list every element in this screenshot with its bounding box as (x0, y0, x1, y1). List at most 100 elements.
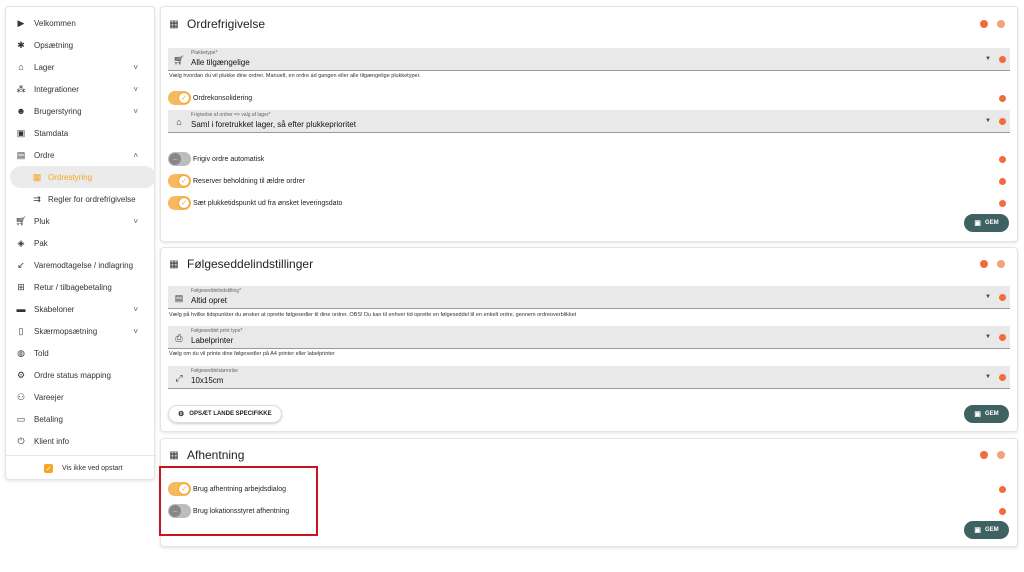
slip-setting-help: Vælg på hvilke tidspunkter du ønsker at … (169, 312, 577, 318)
pickup-settings-icon: ▦ (169, 449, 179, 461)
users-icon: ☻ (16, 106, 26, 116)
sidebar-item-integrationer[interactable]: ⁂ Integrationer ˅ (6, 78, 156, 100)
sidebar-item-label: Regler for ordrefrigivelse (48, 194, 136, 204)
cart-icon: 🛒︎ (173, 54, 185, 65)
sidebar-item-lager[interactable]: ⌂ Lager ˅ (6, 56, 156, 78)
sidebar-item-label: Velkommen (34, 18, 76, 28)
slip-size-select[interactable]: ⤢ Følgeseddelstørrelse 10x15cm ▼ (168, 366, 1010, 389)
warehouse-icon: ⌂ (18, 62, 24, 72)
dropdown-arrow-icon[interactable]: ▼ (985, 294, 991, 300)
info-icon[interactable] (999, 56, 1006, 63)
info-icon[interactable] (999, 374, 1006, 381)
sidebar-item-ordre[interactable]: ▤ Ordre ˄ (6, 144, 156, 166)
save-button[interactable]: ▣ GEM (964, 521, 1009, 539)
collapse-icon[interactable] (980, 260, 988, 268)
chevron-down-icon[interactable]: ˅ (133, 63, 138, 72)
chevron-down-icon[interactable]: ˅ (133, 85, 138, 94)
chevron-down-icon[interactable]: ˅ (133, 327, 138, 336)
sidebar-item-regler-ordrefrigivelse[interactable]: ⇉ Regler for ordrefrigivelse (6, 188, 156, 210)
arrow-in-icon: ↙ (17, 259, 25, 270)
check-icon: ✓ (178, 197, 190, 209)
pick-time-toggle-row[interactable]: ✓ Sæt plukketidspunkt ud fra ønsket leve… (168, 195, 342, 211)
info-icon[interactable] (999, 486, 1006, 493)
gear-icon: ⚙ (16, 369, 26, 380)
info-icon[interactable] (999, 95, 1006, 102)
collapse-icon[interactable] (980, 451, 988, 459)
sidebar-item-varemodtagelse[interactable]: ↙ Varemodtagelse / indlagring (6, 254, 156, 276)
sidebar-item-ordre-status-mapping[interactable]: ⚙ Ordre status mapping (6, 364, 156, 386)
sidebar-item-stamdata[interactable]: ▣ Stamdata (6, 122, 156, 144)
sidebar-item-told[interactable]: ◍ Told (6, 342, 156, 364)
dropdown-arrow-icon[interactable]: ▼ (985, 118, 991, 124)
sidebar-item-label: Klient info (34, 436, 70, 446)
sidebar-item-velkommen[interactable]: ▶ Velkommen (6, 12, 156, 34)
dont-show-at-startup[interactable]: ✓ Vis ikke ved opstart (44, 464, 123, 473)
dont-show-at-startup-label: Vis ikke ved opstart (62, 465, 123, 472)
gears-icon: ✱ (17, 39, 25, 50)
dropdown-arrow-icon[interactable]: ▼ (985, 56, 991, 62)
info-icon[interactable] (999, 508, 1006, 515)
chevron-down-icon[interactable]: ˅ (133, 305, 138, 314)
consolidation-toggle[interactable]: ✓ (168, 91, 191, 105)
sidebar: ▶ Velkommen ✱ Opsætning ⌂ Lager ˅ ⁂ Inte… (5, 6, 156, 480)
chevron-down-icon[interactable]: ˅ (133, 107, 138, 116)
info-icon[interactable] (999, 334, 1006, 341)
data-icon: ▣ (16, 127, 26, 138)
gear-icon: ⚙ (178, 411, 185, 418)
sidebar-item-label: Retur / tilbagebetaling (34, 282, 112, 292)
return-icon: ⊞ (17, 281, 25, 292)
sidebar-item-brugerstyring[interactable]: ☻ Brugerstyring ˅ (6, 100, 156, 122)
info-icon[interactable] (999, 294, 1006, 301)
sidebar-item-retur[interactable]: ⊞ Retur / tilbagebetaling (6, 276, 156, 298)
release-panel: ▦ Ordrefrigivelse 🛒︎ Plukketype* Alle ti… (160, 6, 1018, 242)
sidebar-item-label: Opsætning (34, 40, 74, 50)
check-icon: ✓ (178, 92, 190, 104)
pickup-panel-title: ▦ Afhentning (169, 448, 245, 462)
consolidation-toggle-row[interactable]: ✓ Ordrekonsolidering (168, 90, 252, 106)
phone-icon: ▯ (18, 325, 24, 336)
info-icon[interactable] (999, 178, 1006, 185)
auto-release-toggle-row[interactable]: – Frigiv ordre automatisk (168, 151, 264, 167)
chevron-down-icon[interactable]: ˅ (133, 217, 138, 226)
sidebar-item-label: Lager (34, 62, 55, 72)
globe-icon: ◍ (17, 347, 25, 358)
save-button[interactable]: ▣ GEM (964, 405, 1009, 423)
printer-icon: ⎙ (175, 332, 183, 343)
reserve-toggle-row[interactable]: ✓ Reserver beholdning til ældre ordrer (168, 173, 305, 189)
sidebar-item-pluk[interactable]: 🛒︎ Pluk ˅ (6, 210, 156, 232)
sidebar-item-skabeloner[interactable]: ▬ Skabeloner ˅ (6, 298, 156, 320)
release-by-select[interactable]: ⌂ Frigivelse af ordrer => valg af lager*… (168, 110, 1010, 133)
sidebar-item-skaermopsaetning[interactable]: ▯ Skærmopsætning ˅ (6, 320, 156, 342)
help-icon[interactable] (997, 260, 1005, 268)
highlight-box (159, 466, 318, 536)
sidebar-item-pak[interactable]: ◈ Pak (6, 232, 156, 254)
sidebar-item-label: Told (34, 348, 49, 358)
help-icon[interactable] (997, 451, 1005, 459)
info-icon[interactable] (999, 118, 1006, 125)
sidebar-item-klient-info[interactable]: ⏻ Klient info (6, 430, 156, 452)
print-type-select[interactable]: ⎙ Følgeseddel print type* Labelprinter ▼ (168, 326, 1010, 349)
auto-release-toggle[interactable]: – (168, 152, 191, 166)
chevron-up-icon[interactable]: ˄ (133, 151, 138, 160)
owners-icon: ⚇ (16, 391, 26, 402)
dropdown-arrow-icon[interactable]: ▼ (985, 374, 991, 380)
info-icon[interactable] (999, 156, 1006, 163)
pick-type-select[interactable]: 🛒︎ Plukketype* Alle tilgængelige ▼ (168, 48, 1010, 71)
reserve-toggle[interactable]: ✓ (168, 174, 191, 188)
collapse-icon[interactable] (980, 20, 988, 28)
sidebar-item-vareejer[interactable]: ⚇ Vareejer (6, 386, 156, 408)
sidebar-item-betaling[interactable]: ▭ Betaling (6, 408, 156, 430)
pick-time-toggle[interactable]: ✓ (168, 196, 191, 210)
dropdown-arrow-icon[interactable]: ▼ (985, 334, 991, 340)
sidebar-item-opsaetning[interactable]: ✱ Opsætning (6, 34, 156, 56)
country-specific-button[interactable]: ⚙ OPSÆT LANDE SPECIFIKKE (168, 405, 282, 423)
sidebar-item-ordrestyring[interactable]: ▦ Ordrestyring (10, 166, 156, 188)
warehouse-icon: ⌂ (176, 117, 182, 127)
document-icon: ▤ (174, 292, 184, 303)
save-icon: ▣ (974, 220, 981, 227)
save-button[interactable]: ▣ GEM (964, 214, 1009, 232)
help-icon[interactable] (997, 20, 1005, 28)
checkbox-checked-icon[interactable]: ✓ (44, 464, 53, 473)
info-icon[interactable] (999, 200, 1006, 207)
slip-setting-select[interactable]: ▤ Følgeseddelindstilling* Altid opret ▼ (168, 286, 1010, 309)
